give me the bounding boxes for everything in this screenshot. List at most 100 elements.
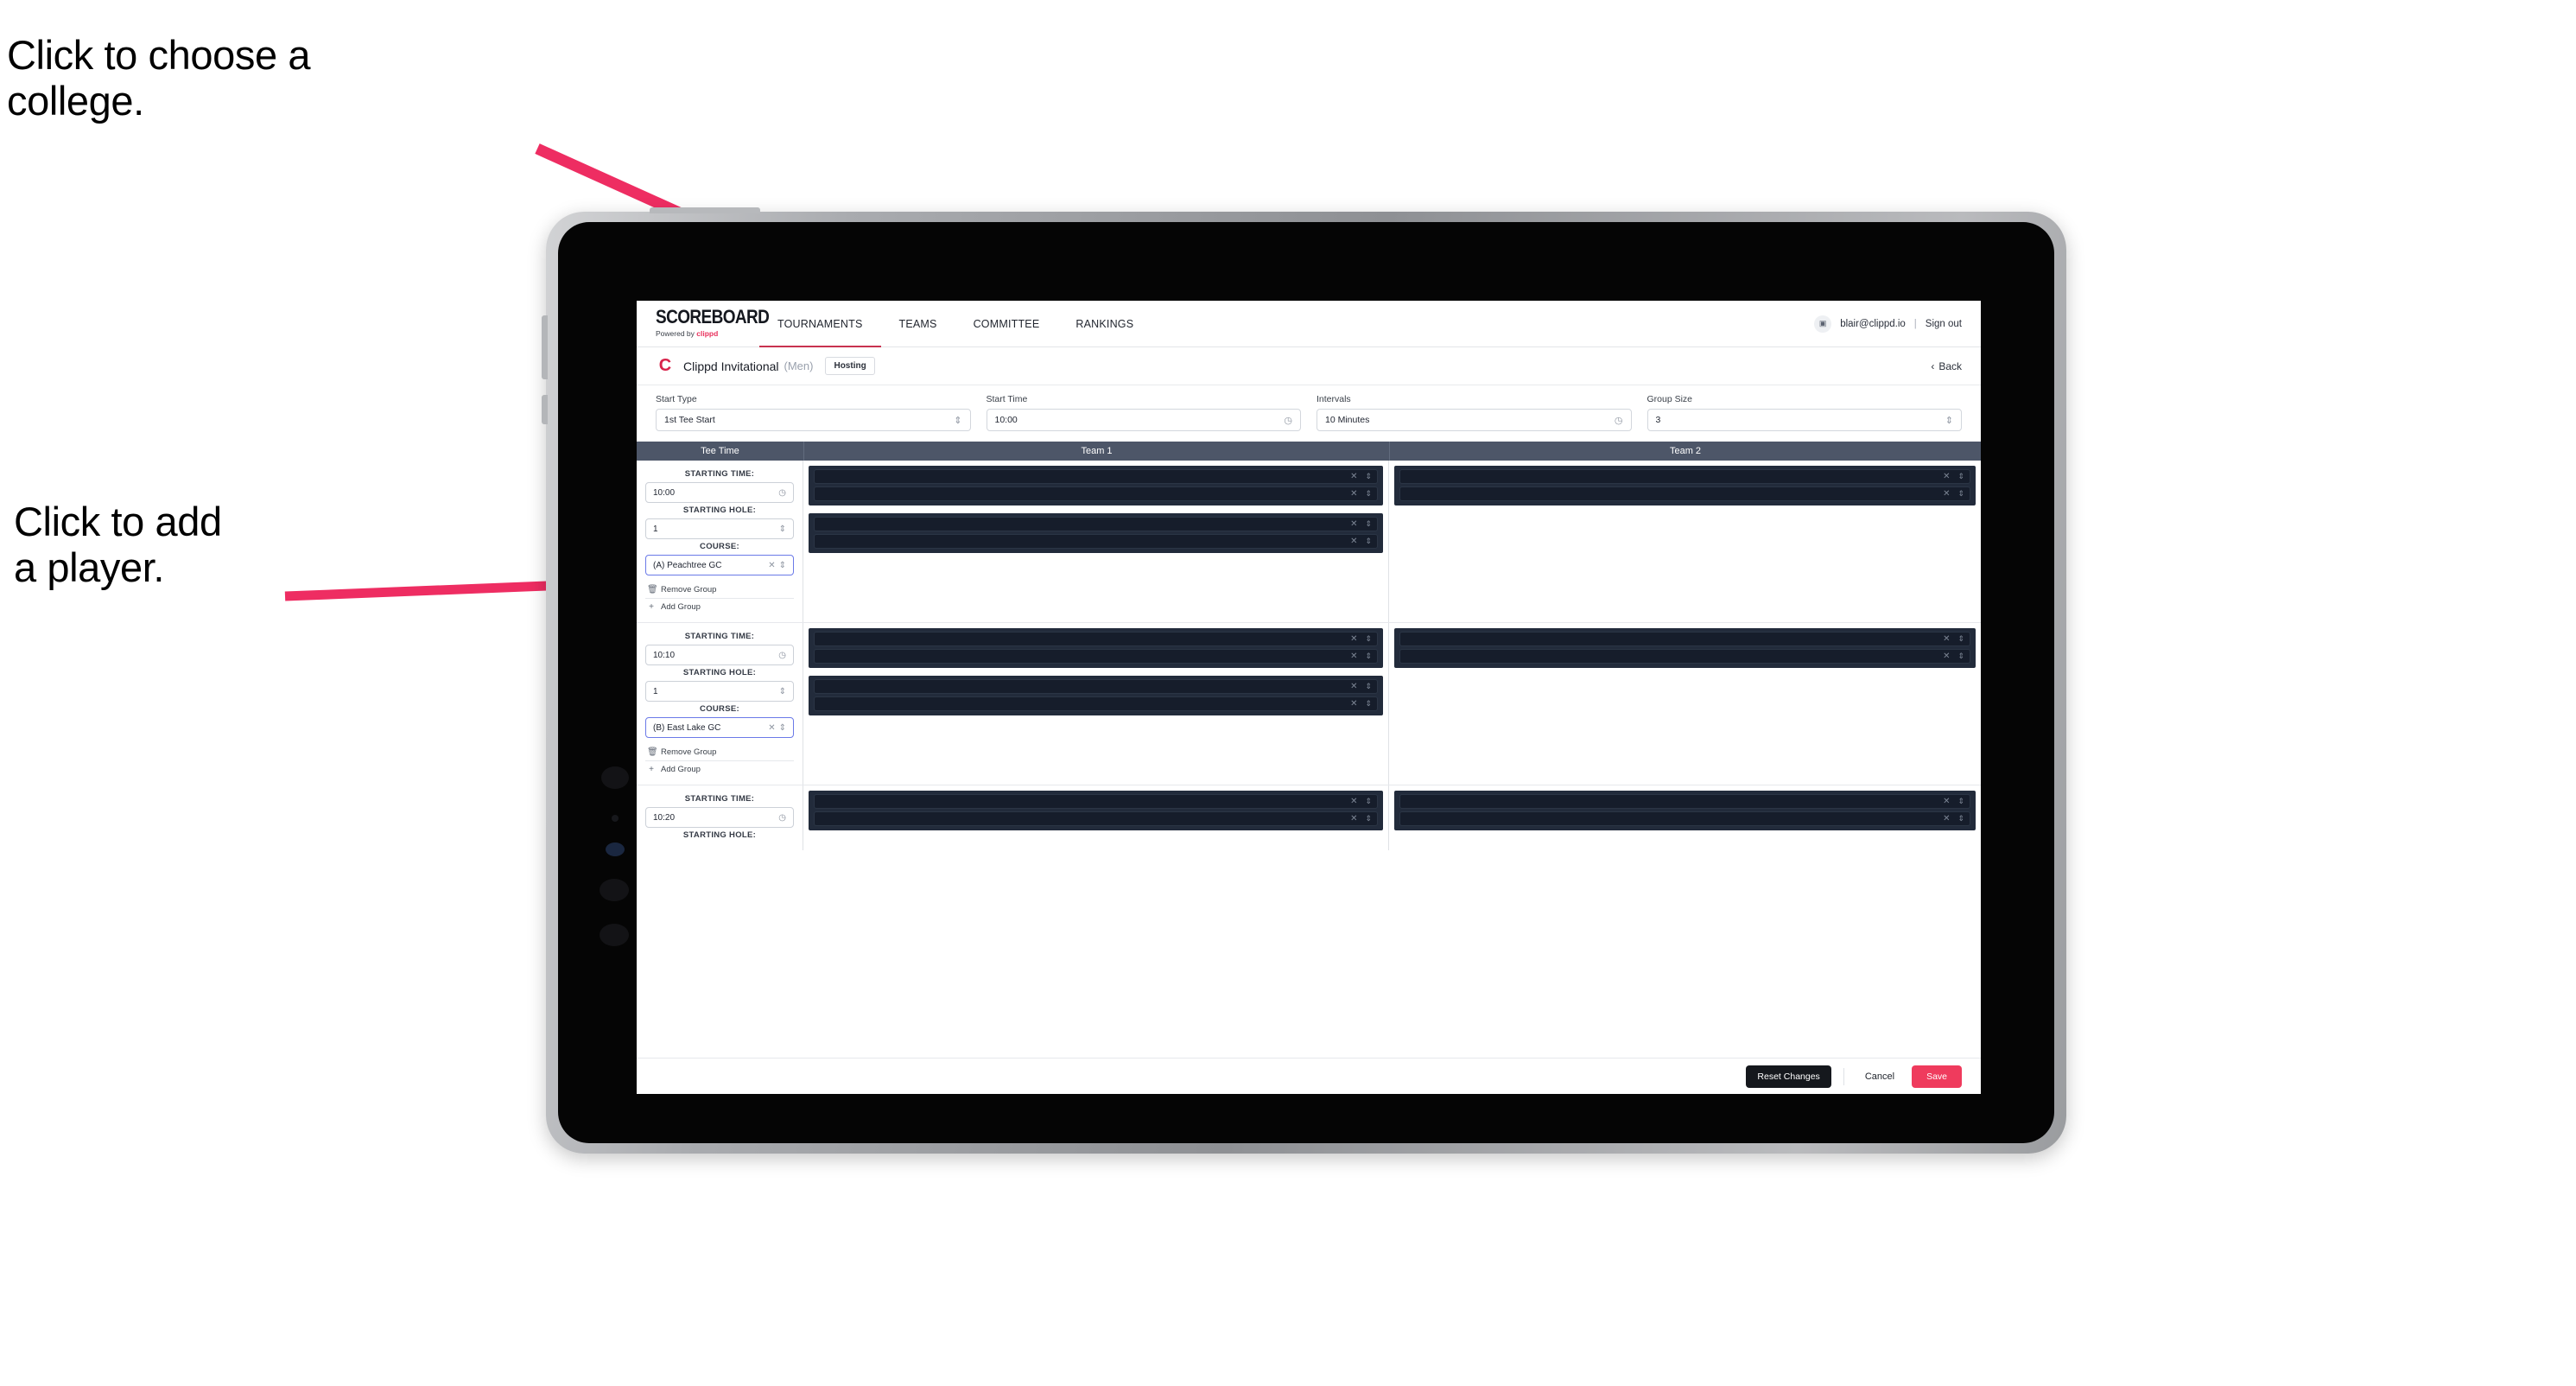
starting-time-label: STARTING TIME:: [684, 469, 755, 479]
starting-time-input[interactable]: 10:00 ◷: [645, 482, 794, 503]
nav-tab-teams[interactable]: TEAMS: [881, 301, 955, 346]
player-group: ✕ ⇕ ✕ ⇕: [809, 628, 1383, 668]
tablet-sensor-dot: [601, 766, 629, 789]
clear-icon[interactable]: ✕: [1350, 814, 1357, 823]
course-value: (B) East Lake GC: [653, 722, 721, 733]
remove-group-button[interactable]: 🗑 Remove Group: [645, 744, 794, 761]
top-navigation-bar: SCOREBOARD Powered by clippd TOURNAMENTS…: [637, 301, 1981, 347]
user-email: blair@clippd.io: [1840, 318, 1906, 329]
player-select[interactable]: ✕ ⇕: [814, 696, 1378, 711]
player-select[interactable]: ✕ ⇕: [814, 811, 1378, 826]
nav-tab-tournaments[interactable]: TOURNAMENTS: [759, 301, 881, 347]
clear-icon[interactable]: ✕: [1350, 652, 1357, 661]
player-select[interactable]: ✕ ⇕: [1399, 632, 1970, 646]
event-header-bar: C Clippd Invitational (Men) Hosting ‹ Ba…: [637, 347, 1981, 385]
divider: [1843, 1067, 1844, 1085]
player-group: ✕ ⇕ ✕ ⇕: [1394, 791, 1976, 830]
add-group-button[interactable]: + Add Group: [645, 599, 794, 615]
page-title: Clippd Invitational: [683, 359, 779, 373]
starting-time-input[interactable]: 10:20 ◷: [645, 807, 794, 828]
tablet-sensor-dot: [600, 879, 629, 901]
reset-changes-button[interactable]: Reset Changes: [1746, 1065, 1831, 1088]
add-group-label: Add Group: [661, 602, 701, 612]
player-select[interactable]: ✕ ⇕: [1399, 649, 1970, 664]
control-label: Start Type: [656, 394, 697, 404]
clear-icon[interactable]: ✕: [1350, 634, 1357, 644]
nav-tab-committee[interactable]: COMMITTEE: [955, 301, 1058, 346]
tee-sheet-table-body: STARTING TIME: 10:00 ◷ STARTING HOLE: 1 …: [637, 461, 1981, 850]
clear-icon[interactable]: ✕: [1350, 489, 1357, 499]
logo-tagline-prefix: Powered by: [656, 329, 697, 338]
avatar[interactable]: ▣: [1814, 315, 1832, 333]
chevron-updown-icon: ⇕: [1957, 489, 1964, 498]
clear-icon[interactable]: ✕: [1943, 634, 1950, 644]
clear-icon[interactable]: ✕: [1943, 814, 1950, 823]
tablet-camera-lens: [606, 842, 625, 856]
start-time-input[interactable]: 10:00 ◷: [986, 409, 1301, 431]
chevron-updown-icon: ⇕: [1365, 682, 1372, 690]
user-account-area: ▣ blair@clippd.io | Sign out: [1814, 315, 1981, 333]
clear-icon[interactable]: ✕: [768, 723, 775, 733]
trash-icon: 🗑: [647, 747, 658, 757]
player-select[interactable]: ✕ ⇕: [1399, 486, 1970, 501]
starting-time-input[interactable]: 10:10 ◷: [645, 645, 794, 665]
group-size-select[interactable]: 3 ⇕: [1646, 409, 1962, 431]
player-select[interactable]: ✕ ⇕: [814, 649, 1378, 664]
player-group: ✕ ⇕ ✕ ⇕: [1394, 466, 1976, 505]
clear-icon[interactable]: ✕: [1350, 519, 1357, 529]
clear-icon[interactable]: ✕: [1350, 682, 1357, 691]
starting-hole-label: STARTING HOLE:: [682, 830, 757, 840]
starting-time-label: STARTING TIME:: [684, 632, 755, 641]
intervals-input[interactable]: 10 Minutes ◷: [1317, 409, 1632, 431]
nav-tab-rankings[interactable]: RANKINGS: [1057, 301, 1152, 346]
chevron-updown-icon: ⇕: [1957, 814, 1964, 823]
scoreboard-logo[interactable]: SCOREBOARD Powered by clippd: [637, 308, 770, 338]
back-button[interactable]: ‹ Back: [1931, 360, 1962, 372]
add-group-label: Add Group: [661, 765, 701, 774]
cancel-button[interactable]: Cancel: [1856, 1065, 1903, 1088]
player-select[interactable]: ✕ ⇕: [1399, 469, 1970, 484]
team-1-cell: ✕ ⇕ ✕ ⇕: [803, 785, 1389, 850]
sign-out-link[interactable]: Sign out: [1926, 319, 1962, 329]
player-select[interactable]: ✕ ⇕: [814, 534, 1378, 549]
clear-icon[interactable]: ✕: [768, 561, 775, 570]
clock-icon: ◷: [778, 650, 786, 660]
group-size-value: 3: [1655, 415, 1661, 425]
player-select[interactable]: ✕ ⇕: [814, 632, 1378, 646]
remove-group-button[interactable]: 🗑 Remove Group: [645, 582, 794, 599]
course-value: (A) Peachtree GC: [653, 560, 722, 570]
clear-icon[interactable]: ✕: [1350, 537, 1357, 546]
player-select[interactable]: ✕ ⇕: [814, 517, 1378, 531]
starting-time-value: 10:00: [653, 487, 676, 498]
control-label: Group Size: [1646, 394, 1693, 404]
clear-icon[interactable]: ✕: [1943, 797, 1950, 806]
start-type-select[interactable]: 1st Tee Start ⇕: [656, 409, 971, 431]
player-select[interactable]: ✕ ⇕: [814, 794, 1378, 809]
clear-icon[interactable]: ✕: [1350, 797, 1357, 806]
clear-icon[interactable]: ✕: [1350, 472, 1357, 481]
player-select[interactable]: ✕ ⇕: [814, 679, 1378, 694]
player-select[interactable]: ✕ ⇕: [814, 469, 1378, 484]
add-group-button[interactable]: + Add Group: [645, 761, 794, 778]
chevron-updown-icon: ⇕: [778, 722, 786, 733]
control-start-type: Start Type 1st Tee Start ⇕: [656, 394, 971, 431]
course-select[interactable]: (B) East Lake GC ✕ ⇕: [645, 717, 794, 738]
intervals-value: 10 Minutes: [1325, 415, 1370, 425]
remove-group-label: Remove Group: [661, 747, 717, 757]
clear-icon[interactable]: ✕: [1943, 652, 1950, 661]
logo-tagline: Powered by clippd: [656, 329, 739, 338]
player-select[interactable]: ✕ ⇕: [1399, 811, 1970, 826]
clear-icon[interactable]: ✕: [1943, 472, 1950, 481]
clear-icon[interactable]: ✕: [1350, 699, 1357, 709]
chevron-updown-icon: ⇕: [1365, 537, 1372, 545]
save-button[interactable]: Save: [1912, 1065, 1962, 1088]
player-select[interactable]: ✕ ⇕: [1399, 794, 1970, 809]
player-select[interactable]: ✕ ⇕: [814, 486, 1378, 501]
starting-hole-select[interactable]: 1 ⇕: [645, 518, 794, 539]
course-select[interactable]: (A) Peachtree GC ✕ ⇕: [645, 555, 794, 575]
starting-hole-select[interactable]: 1 ⇕: [645, 681, 794, 702]
chevron-updown-icon: ⇕: [1957, 472, 1964, 480]
clear-icon[interactable]: ✕: [1943, 489, 1950, 499]
tablet-volume-button-down: [542, 395, 548, 424]
column-header-team-2: Team 2: [1389, 442, 1981, 461]
